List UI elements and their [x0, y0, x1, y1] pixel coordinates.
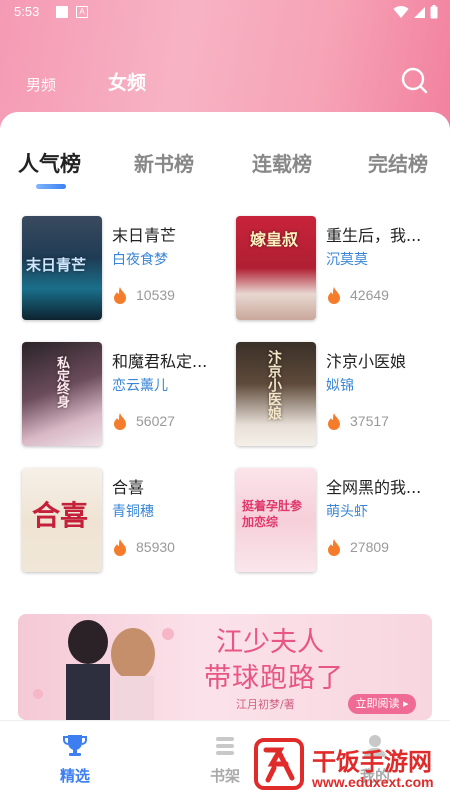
- trophy-icon: [63, 735, 87, 756]
- tab-popular[interactable]: 人气榜: [18, 148, 81, 178]
- book-title[interactable]: 重生后，我...: [326, 222, 438, 246]
- active-tab-indicator: [36, 184, 66, 189]
- book-title[interactable]: 汴京小医娘: [326, 348, 438, 372]
- book-cover[interactable]: 汴京小医娘: [236, 342, 316, 446]
- heat-value: 56027: [136, 413, 175, 429]
- wifi-icon: [393, 5, 409, 18]
- cover-title: 挺着孕肚参加恋综: [242, 499, 303, 529]
- watermark: 干饭手游网 www.eduxext.com: [250, 730, 450, 800]
- cover-title: 汴京小医娘: [266, 350, 282, 420]
- book-cover[interactable]: 嫁皇叔: [236, 216, 316, 320]
- book-title[interactable]: 末日青芒: [112, 222, 224, 246]
- book-author[interactable]: 沉莫莫: [326, 249, 368, 269]
- cover-title: 合喜: [32, 499, 89, 532]
- cover-title: 末日青芒: [26, 256, 87, 274]
- heat-value: 10539: [136, 287, 175, 303]
- book-item[interactable]: 合喜 合喜 青铜穗 85930: [22, 468, 232, 572]
- book-heat: 10539: [112, 286, 175, 304]
- battery-icon: [430, 5, 438, 19]
- book-author[interactable]: 恋云薰儿: [112, 375, 168, 395]
- heat-value: 85930: [136, 539, 175, 555]
- read-now-button[interactable]: 立即阅读 ▸: [348, 694, 416, 714]
- book-cover[interactable]: 挺着孕肚参加恋综: [236, 468, 316, 572]
- book-author[interactable]: 萌头虾: [326, 501, 368, 521]
- book-heat: 27809: [326, 538, 389, 556]
- ranking-tabs: 人气榜 新书榜 连载榜 完结榜: [0, 148, 450, 188]
- book-item[interactable]: 挺着孕肚参加恋综 全网黑的我... 萌头虾 27809: [236, 468, 446, 572]
- app-notification-icon: A: [76, 6, 88, 18]
- book-item[interactable]: 末日青芒 末日青芒 白夜食梦 10539: [22, 216, 232, 320]
- book-title[interactable]: 和魔君私定...: [112, 348, 224, 372]
- tab-finished[interactable]: 完结榜: [368, 148, 428, 177]
- nav-label: 精选: [59, 767, 90, 785]
- book-heat: 37517: [326, 412, 389, 430]
- signal-icon: [414, 6, 425, 18]
- flame-icon: [114, 539, 126, 556]
- book-cover[interactable]: 末日青芒: [22, 216, 102, 320]
- status-bar: 5:53 A: [0, 0, 450, 26]
- book-item[interactable]: 嫁皇叔 重生后，我... 沉莫莫 42649: [236, 216, 446, 320]
- flame-icon: [114, 413, 126, 430]
- book-author[interactable]: 姒锦: [326, 375, 354, 395]
- tab-male[interactable]: 男频: [26, 74, 56, 95]
- book-title[interactable]: 全网黑的我...: [326, 474, 438, 498]
- flame-icon: [328, 413, 340, 430]
- content-card: 人气榜 新书榜 连载榜 完结榜 末日青芒 末日青芒 白夜食梦 10539 嫁皇叔…: [0, 112, 450, 720]
- heat-value: 42649: [350, 287, 389, 303]
- watermark-logo-icon: [254, 738, 304, 790]
- book-author[interactable]: 青铜穗: [112, 501, 154, 521]
- heat-value: 27809: [350, 539, 389, 555]
- book-heat: 42649: [326, 286, 389, 304]
- cover-title: 嫁皇叔: [250, 230, 299, 249]
- nav-featured[interactable]: 精选: [40, 733, 110, 786]
- banner-title-line2: 带球跑路了: [204, 663, 344, 694]
- cover-title: 私定终身: [54, 356, 69, 408]
- flame-icon: [328, 287, 340, 304]
- tab-new[interactable]: 新书榜: [134, 148, 194, 177]
- bookshelf-icon: [216, 737, 234, 755]
- watermark-text: 干饭手游网: [312, 748, 432, 776]
- book-title[interactable]: 合喜: [112, 474, 224, 498]
- book-item[interactable]: 私定终身 和魔君私定... 恋云薰儿 56027: [22, 342, 232, 446]
- flame-icon: [114, 287, 126, 304]
- banner-illustration: [33, 620, 174, 720]
- category-tabs: 男频 女频: [0, 60, 450, 100]
- tab-female[interactable]: 女频: [108, 68, 146, 95]
- banner-title-line1: 江少夫人: [216, 627, 324, 658]
- book-heat: 85930: [112, 538, 175, 556]
- promo-banner[interactable]: 江少夫人 带球跑路了 江月初梦/著 立即阅读 ▸: [18, 614, 432, 720]
- book-item[interactable]: 汴京小医娘 汴京小医娘 姒锦 37517: [236, 342, 446, 446]
- book-author[interactable]: 白夜食梦: [112, 249, 168, 269]
- tab-serial[interactable]: 连载榜: [252, 148, 312, 177]
- banner-author: 江月初梦/著: [236, 698, 295, 711]
- book-heat: 56027: [112, 412, 175, 430]
- search-icon[interactable]: [400, 66, 428, 94]
- flame-icon: [328, 539, 340, 556]
- heat-value: 37517: [350, 413, 389, 429]
- book-cover[interactable]: 私定终身: [22, 342, 102, 446]
- watermark-url: www.eduxext.com: [312, 774, 434, 790]
- notification-icon: [56, 6, 68, 18]
- book-cover[interactable]: 合喜: [22, 468, 102, 572]
- status-time: 5:53: [14, 4, 40, 19]
